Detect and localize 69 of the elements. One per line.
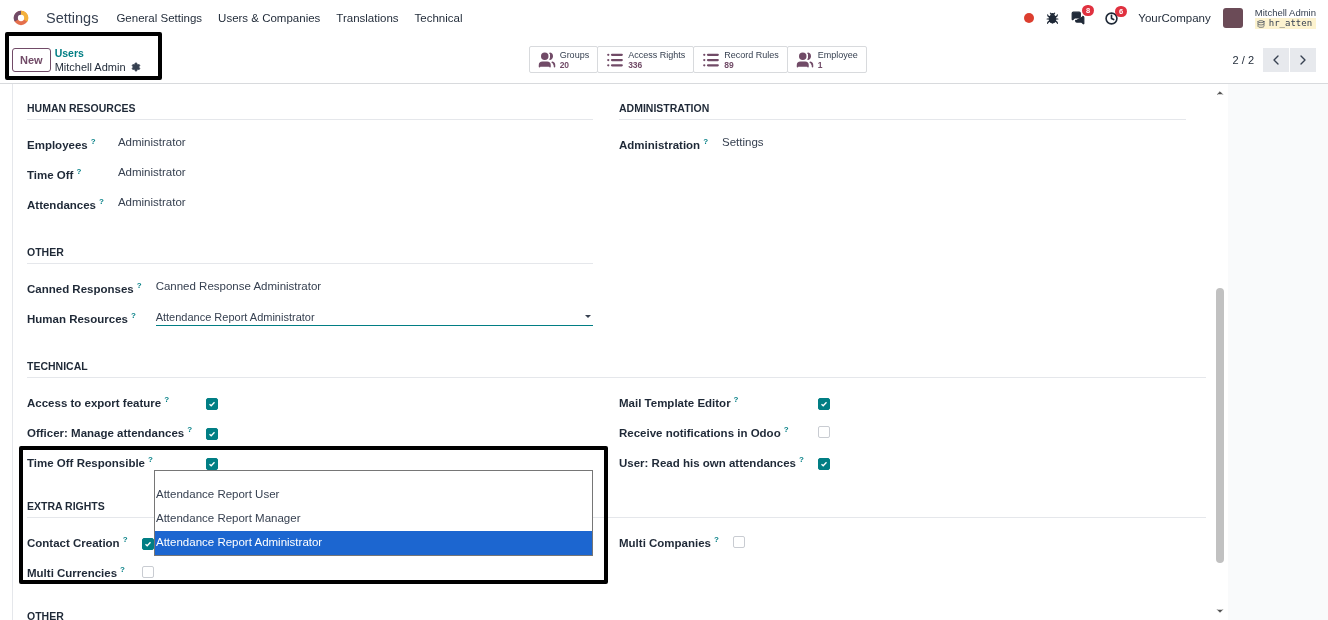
status-dot[interactable]	[1024, 13, 1035, 23]
section-title: OTHER	[27, 246, 593, 264]
check-icon	[143, 540, 152, 548]
section-title: TECHNICAL	[27, 360, 1206, 378]
checkbox[interactable]	[141, 538, 154, 550]
section-title: ADMINISTRATION	[619, 102, 1186, 120]
app-title: Settings	[46, 10, 99, 26]
field-label: Attendances $^{?}$	[27, 196, 104, 213]
breadcrumb-link[interactable]: Users	[54, 45, 315, 60]
menu-item[interactable]: Technical	[414, 12, 463, 24]
checkbox[interactable]	[817, 398, 830, 410]
menu-item[interactable]: Translations	[336, 12, 399, 24]
smart-button[interactable]: Groups 20	[528, 46, 599, 73]
menu-item[interactable]: General Settings	[116, 12, 203, 24]
smart-button[interactable]: Record Rules 89	[693, 46, 788, 73]
smart-button[interactable]: Access Rights 336	[597, 46, 695, 73]
field-label: Receive notifications in Odoo $^{?}$	[619, 424, 790, 441]
checkbox[interactable]	[206, 428, 219, 440]
field-label: Administration $^{?}$	[619, 136, 709, 153]
settings-icon[interactable]	[130, 61, 141, 72]
previous-button[interactable]	[1263, 47, 1289, 72]
field-label: Multi Companies $^{?}$	[619, 534, 719, 551]
menu-item[interactable]: Users & Companies	[218, 12, 321, 24]
user-name: Mitchell Admin	[1254, 7, 1316, 18]
field-label: Human Resources $^{?}$	[27, 310, 137, 327]
field-label: Multi Currencies $^{?}$	[27, 564, 126, 581]
database-icon	[1256, 19, 1265, 28]
avatar[interactable]	[1222, 8, 1243, 28]
field-label: Mail Template Editor $^{?}$	[619, 394, 740, 411]
field-value: Settings	[722, 135, 765, 150]
field-label: User: Read his own attendances $^{?}$	[619, 454, 804, 471]
field-value: Administrator	[117, 165, 187, 180]
company-name[interactable]: YourCompany	[1138, 12, 1211, 24]
check-icon	[208, 460, 217, 468]
app-logo[interactable]	[12, 9, 30, 27]
smart-button[interactable]: Employee 1	[786, 46, 867, 73]
next-button[interactable]	[1290, 47, 1316, 72]
check-icon	[819, 400, 828, 408]
field-label: Access to export feature $^{?}$	[27, 394, 171, 411]
select-field[interactable]: Attendance Report Administrator	[155, 308, 593, 326]
section-title: HUMAN RESOURCES	[27, 102, 593, 120]
scroll-down-icon[interactable]	[1215, 606, 1225, 616]
field-label: Time Off $^{?}$	[27, 166, 83, 183]
checkbox[interactable]	[817, 458, 830, 470]
scrollbar-thumb[interactable]	[1216, 288, 1224, 563]
clock-icon[interactable]	[1105, 11, 1119, 25]
field-value: Administrator	[117, 135, 187, 150]
field-label: Officer: Manage attendances $^{?}$	[27, 424, 193, 441]
field-value: Administrator	[117, 195, 187, 210]
users-icon	[795, 50, 814, 69]
checkbox[interactable]	[206, 458, 219, 470]
check-icon	[208, 430, 217, 438]
dropdown-option[interactable]: Attendance Report Administrator	[155, 531, 592, 555]
pager-counter: 2 / 2	[1232, 53, 1254, 66]
field-label: Contact Creation $^{?}$	[27, 534, 128, 551]
check-icon	[208, 400, 217, 408]
scroll-up-icon[interactable]	[1215, 88, 1225, 98]
record-name: Mitchell Admin	[54, 59, 126, 74]
field-label: Canned Responses $^{?}$	[27, 280, 142, 297]
chat-icon[interactable]	[1071, 11, 1086, 25]
section-title: OTHER	[27, 610, 1206, 620]
field-value: Canned Response Administrator	[155, 279, 323, 294]
bug-icon[interactable]	[1046, 11, 1060, 25]
new-button[interactable]: New	[12, 47, 51, 72]
field-label: Time Off Responsible $^{?}$	[27, 454, 154, 471]
users-icon	[537, 50, 556, 69]
checkbox[interactable]	[206, 398, 219, 410]
check-icon	[819, 460, 828, 468]
field-label: Employees $^{?}$	[27, 136, 97, 153]
